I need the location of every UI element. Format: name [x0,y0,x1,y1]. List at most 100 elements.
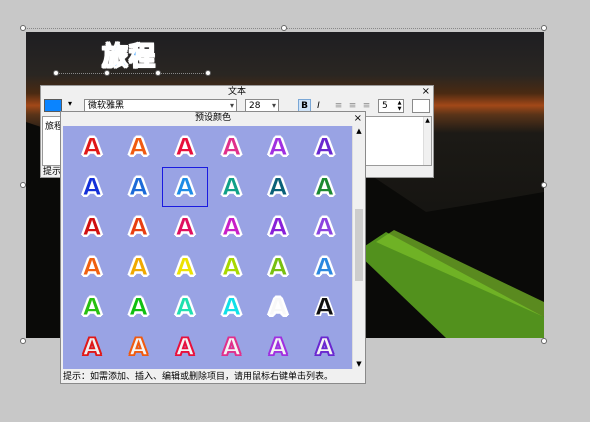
preset-color-item[interactable]: A [116,327,162,367]
preset-color-item[interactable]: A [302,327,348,367]
preset-color-item[interactable]: A [69,287,115,327]
preset-color-glyph: A [129,293,149,321]
preset-color-glyph: A [222,213,242,241]
preset-color-item[interactable]: A [69,247,115,287]
preset-color-glyph: A [82,293,102,321]
preset-color-glyph: A [129,173,149,201]
preset-color-glyph: A [222,173,242,201]
preset-color-glyph: A [315,293,335,321]
close-icon[interactable]: × [422,86,430,98]
preset-color-item[interactable]: A [255,127,301,167]
preset-color-item[interactable]: A [209,327,255,367]
preset-color-glyph: A [82,333,102,361]
preset-color-item[interactable]: A [162,167,208,207]
text-handle[interactable] [104,70,110,76]
preset-scrollbar[interactable]: ▲ ▼ [352,126,364,369]
preset-color-item[interactable]: A [69,167,115,207]
preset-color-item[interactable]: A [162,127,208,167]
font-name-value: 微软雅黑 [88,101,125,111]
preset-color-item[interactable]: A [302,247,348,287]
preset-colors-hint: 提示：如需添加、插入、编辑或删除项目，请用鼠标右键单击列表。 [63,372,334,382]
preset-color-item[interactable]: A [255,167,301,207]
preset-color-item[interactable]: A [162,327,208,367]
preset-color-glyph: A [175,253,195,281]
preset-color-glyph: A [82,213,102,241]
preset-color-glyph: A [129,213,149,241]
text-handle[interactable] [53,70,59,76]
preset-color-item[interactable]: A [209,167,255,207]
preset-color-item[interactable]: A [255,207,301,247]
resize-handle[interactable] [541,25,547,31]
resize-handle[interactable] [20,25,26,31]
preset-colors-title: 预设颜色 [194,113,231,123]
spin-arrows-icon[interactable]: ▲ ▼ [396,100,403,112]
scroll-thumb[interactable] [355,209,363,281]
resize-handle[interactable] [281,25,287,31]
preset-color-glyph: A [268,213,288,241]
preset-color-glyph: A [82,173,102,201]
preset-color-item[interactable]: A [302,207,348,247]
text-dialog-title: 文本 [227,87,246,97]
text-handle[interactable] [205,70,211,76]
resize-handle[interactable] [20,182,26,188]
preset-color-item[interactable]: A [116,287,162,327]
preset-color-item[interactable]: A [116,127,162,167]
scroll-up-icon[interactable]: ▲ [353,126,365,136]
preset-color-glyph: A [221,333,241,361]
preset-color-item[interactable]: A [116,207,162,247]
preset-color-item[interactable]: A [116,167,162,207]
spacing-value: 5 [382,101,388,111]
preset-color-item[interactable]: A [209,247,255,287]
preset-color-item[interactable]: A [302,127,348,167]
preset-color-item[interactable]: A [116,247,162,287]
preset-color-glyph: A [268,173,288,201]
preset-colors-grid: AAAAAAAAAAAAAAAAAAAAAAAAAAAAAAAAAAAA [63,126,352,369]
text-selection-line [56,73,208,74]
preset-color-glyph: A [315,133,335,161]
preset-color-glyph: A [222,293,242,321]
preset-color-item[interactable]: A [69,127,115,167]
preset-color-glyph: A [222,133,242,161]
preset-color-item[interactable]: A [255,287,301,327]
preset-color-item[interactable]: A [209,127,255,167]
preset-color-glyph: A [315,253,335,281]
preset-color-glyph: A [268,293,288,321]
preset-color-item[interactable]: A [255,327,301,367]
text-scrollbar[interactable]: ▲ [423,117,431,165]
preset-color-item[interactable]: A [209,287,255,327]
font-size-value: 28 [249,101,261,111]
preset-color-item[interactable]: A [162,287,208,327]
preset-color-glyph: A [314,333,334,361]
preset-color-item[interactable]: A [302,167,348,207]
preset-color-glyph: A [268,133,288,161]
preset-color-glyph: A [175,333,195,361]
preset-color-glyph: A [175,133,195,161]
preset-color-glyph: A [175,293,195,321]
background-color-box[interactable] [412,99,430,113]
preset-color-item[interactable]: A [69,327,115,367]
preset-color-glyph: A [315,213,335,241]
preset-color-item[interactable]: A [69,207,115,247]
preset-color-glyph: A [129,133,149,161]
spacing-stepper[interactable]: 5 ▲ ▼ [378,99,404,113]
preset-color-item[interactable]: A [255,247,301,287]
preset-color-glyph: A [222,253,242,281]
preset-color-glyph: A [129,253,149,281]
resize-handle[interactable] [541,338,547,344]
preset-color-item[interactable]: A [209,207,255,247]
close-icon[interactable]: × [354,112,362,125]
preset-color-glyph: A [175,213,195,241]
color-dropdown-icon[interactable]: ▾ [68,99,72,108]
preset-color-glyph: A [82,133,102,161]
resize-handle[interactable] [541,182,547,188]
preset-color-glyph: A [175,173,195,201]
preset-color-glyph: A [268,333,288,361]
resize-handle[interactable] [20,338,26,344]
preset-color-item[interactable]: A [162,207,208,247]
preset-color-item[interactable]: A [302,287,348,327]
text-handle[interactable] [155,70,161,76]
scroll-down-icon[interactable]: ▼ [353,359,365,369]
preset-color-glyph: A [128,333,148,361]
canvas-title-text[interactable]: 旅程 [101,36,156,73]
preset-color-item[interactable]: A [162,247,208,287]
